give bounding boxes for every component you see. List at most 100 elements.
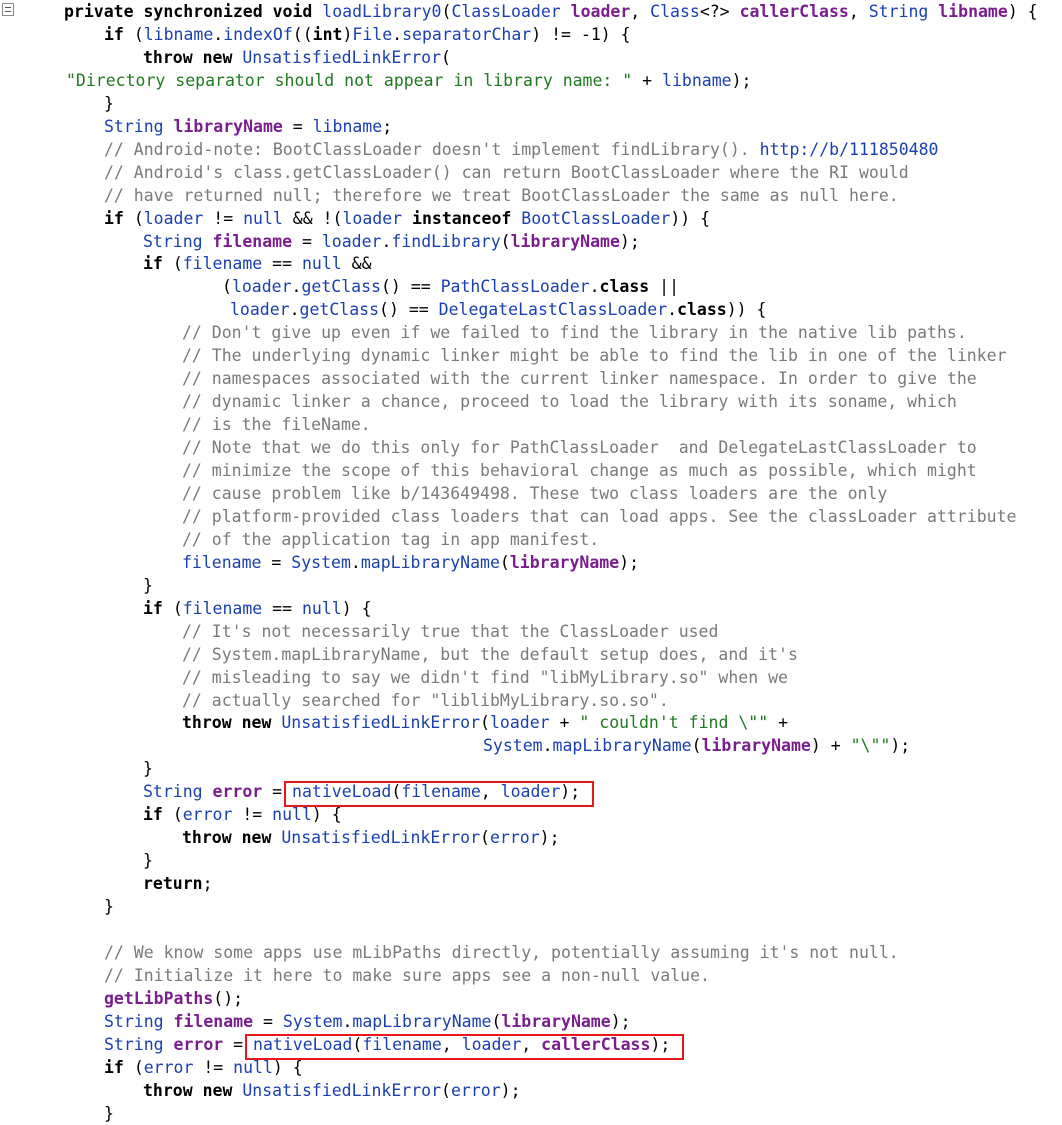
type-token: BootClassLoader	[521, 208, 671, 228]
operator-token: ,	[480, 782, 501, 802]
operator-token: ) {	[1007, 2, 1038, 21]
operator-token: .	[350, 552, 361, 572]
identifier-token: loader	[143, 208, 204, 228]
identifier-token: error	[450, 1080, 501, 1100]
operator-token: )	[342, 24, 353, 44]
operator-token: .	[392, 24, 403, 44]
comment-text: // cause problem like b/143649498. These…	[182, 483, 888, 503]
code-line: return;	[143, 872, 213, 895]
operator-token: ==	[262, 598, 302, 618]
identifier-token: System	[291, 552, 351, 572]
identifier-token: File	[352, 24, 393, 44]
operator-token: .	[381, 231, 392, 251]
operator-token: (	[222, 277, 232, 297]
identifier-token: loader	[231, 277, 292, 297]
code-line: // System.mapLibraryName, but the defaul…	[182, 643, 798, 666]
type-token: String	[104, 1034, 174, 1054]
identifier-token: indexOf	[223, 24, 293, 44]
operator-token: (	[491, 1011, 502, 1031]
comment-text: // Initialize it here to make sure apps …	[104, 965, 710, 985]
variable-token: getLibPaths	[104, 988, 214, 1008]
type-token: Class	[650, 2, 700, 21]
code-line: String filename = loader.findLibrary(lib…	[143, 230, 640, 253]
code-line: // Don't give up even if we failed to fi…	[182, 321, 967, 344]
variable-token: callerClass	[739, 2, 849, 21]
code-line: // Android's class.getClassLoader() can …	[104, 161, 909, 184]
keyword-token: class	[677, 300, 727, 320]
keyword-token: private synchronized void	[64, 2, 323, 21]
keyword-token: if	[143, 805, 173, 825]
variable-token: callerClass	[541, 1034, 651, 1054]
operator-token: ,	[630, 2, 651, 21]
operator-token: ==	[262, 254, 302, 274]
type-token: PathClassLoader	[440, 277, 590, 297]
code-line: throw new UnsatisfiedLinkError(error);	[182, 826, 560, 849]
operator-token: }	[104, 1103, 114, 1123]
keyword-token: throw new	[143, 47, 243, 67]
code-line: }	[104, 92, 114, 115]
identifier-token: libname	[312, 116, 383, 136]
code-line: }	[104, 895, 114, 918]
identifier-token: loader	[461, 1034, 522, 1054]
comment-link: http://b/111850480	[759, 139, 939, 159]
type-token: String	[868, 2, 939, 21]
identifier-token: libname	[143, 24, 214, 44]
code-line: String filename = System.mapLibraryName(…	[104, 1010, 631, 1033]
code-line: // is the fileName.	[182, 413, 371, 436]
operator-token: }	[104, 93, 114, 113]
keyword-token: if	[104, 1057, 134, 1077]
variable-token: filename	[173, 1011, 254, 1031]
code-line: throw new UnsatisfiedLinkError(error);	[143, 1079, 521, 1102]
identifier-token: mapLibraryName	[552, 736, 692, 756]
comment-text: // misleading to say we didn't find "lib…	[182, 667, 788, 687]
comment-text: // dynamic linker a chance, proceed to l…	[182, 392, 957, 412]
code-line: loader.getClass() == DelegateLastClassLo…	[230, 298, 766, 321]
keyword-token: if	[104, 24, 134, 44]
operator-token: () ==	[379, 300, 439, 320]
operator-token: )) {	[670, 208, 711, 228]
operator-token: (	[391, 782, 402, 802]
operator-token: (	[480, 713, 490, 733]
operator-token: (	[133, 24, 144, 44]
operator-token: ((	[292, 24, 313, 44]
comment-text: // platform-provided class loaders that …	[182, 506, 1017, 526]
identifier-token: error	[489, 828, 540, 848]
operator-token: ;	[202, 874, 213, 894]
string-literal: "\""	[850, 736, 891, 756]
operator-token: .	[213, 24, 224, 44]
operator-token: );	[619, 552, 640, 572]
identifier-token: null	[301, 598, 342, 618]
operator-token: ||	[649, 277, 680, 297]
keyword-token: throw new	[182, 828, 282, 848]
operator-token: ) +	[810, 736, 851, 756]
identifier-token: loadLibrary0	[322, 2, 442, 21]
comment-text: // minimize the scope of this behavioral…	[182, 461, 977, 480]
variable-token: libraryName	[701, 736, 811, 756]
fold-collapse-icon[interactable]	[2, 3, 14, 16]
code-line: if (libname.indexOf((int)File.separatorC…	[104, 23, 631, 46]
operator-token: ();	[213, 988, 244, 1008]
identifier-token: filename	[362, 1034, 442, 1054]
comment-text: // We know some apps use mLibPaths direc…	[104, 942, 899, 962]
identifier-token: System	[282, 1011, 343, 1031]
code-line: // Initialize it here to make sure apps …	[104, 964, 710, 987]
type-token: String	[104, 1011, 174, 1031]
identifier-token: filename	[182, 598, 263, 618]
string-literal: " couldn't find \""	[579, 713, 769, 733]
operator-token: !=	[203, 208, 244, 228]
comment-text: // Note that we do this only for PathCla…	[182, 438, 977, 458]
code-line: // Note that we do this only for PathCla…	[182, 436, 977, 459]
identifier-token: nativeLoad	[292, 782, 392, 802]
variable-token: libraryName	[173, 116, 283, 136]
code-line: // dynamic linker a chance, proceed to l…	[182, 390, 957, 413]
variable-token: libraryName	[510, 231, 620, 251]
identifier-token: error	[182, 805, 233, 825]
operator-token: )) {	[726, 300, 767, 320]
operator-token: =	[282, 116, 313, 136]
keyword-token: class	[599, 277, 650, 297]
variable-token: libraryName	[501, 1011, 611, 1031]
operator-token: +	[632, 70, 663, 90]
string-literal: "Directory separator should not appear i…	[66, 70, 633, 90]
operator-token: (	[352, 1034, 363, 1054]
code-line: // have returned null; therefore we trea…	[104, 184, 899, 207]
